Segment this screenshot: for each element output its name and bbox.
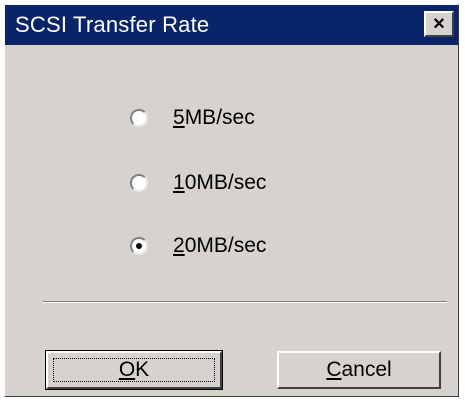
title-bar[interactable]: SCSI Transfer Rate ×: [5, 5, 458, 45]
radio-label[interactable]: 10MB/sec: [173, 171, 266, 195]
cancel-button[interactable]: Cancel: [277, 351, 441, 389]
cancel-button-label: Cancel: [326, 358, 392, 381]
radio-option-10mb[interactable]: 10MB/sec: [130, 171, 266, 195]
radio-option-5mb[interactable]: 5MB/sec: [130, 106, 255, 130]
dialog-window: SCSI Transfer Rate × 5MB/sec 10MB/sec 20…: [4, 4, 459, 397]
dialog-title: SCSI Transfer Rate: [15, 12, 210, 37]
radio-button-selected-icon[interactable]: [130, 237, 148, 255]
radio-option-20mb[interactable]: 20MB/sec: [130, 234, 266, 258]
radio-label[interactable]: 20MB/sec: [173, 234, 266, 258]
close-icon: ×: [433, 13, 445, 35]
radio-button-icon[interactable]: [130, 109, 148, 127]
ok-button[interactable]: OK: [45, 350, 223, 390]
radio-button-icon[interactable]: [130, 174, 148, 192]
focus-rectangle: [53, 358, 215, 382]
separator: [43, 301, 447, 303]
radio-label[interactable]: 5MB/sec: [173, 106, 255, 130]
close-button[interactable]: ×: [424, 11, 454, 37]
